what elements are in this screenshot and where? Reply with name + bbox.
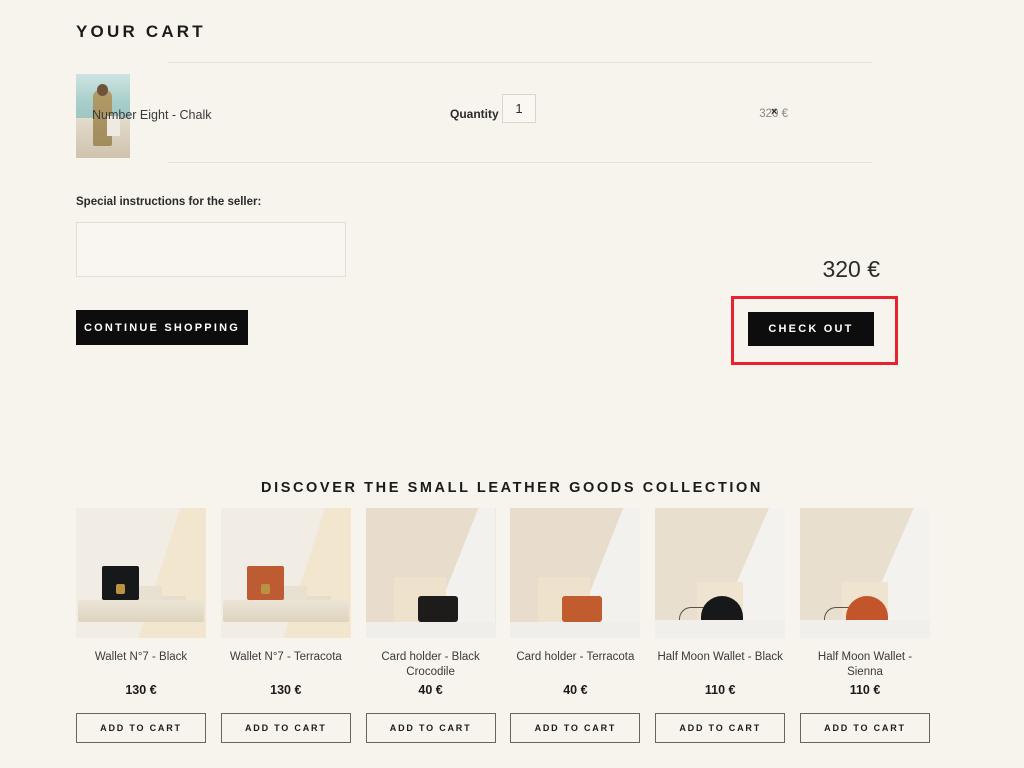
add-to-cart-button[interactable]: ADD TO CART xyxy=(655,713,786,743)
product-grid: Wallet N°7 - Black 130 € ADD TO CART Wal… xyxy=(76,508,930,743)
product-name: Card holder - Terracota xyxy=(516,651,635,663)
check-out-button[interactable]: CHECK OUT xyxy=(748,312,874,346)
product-name: Wallet N°7 - Black xyxy=(94,651,188,663)
product-price: 40 € xyxy=(563,683,588,697)
product-card: Wallet N°7 - Black 130 € ADD TO CART xyxy=(76,508,206,743)
product-image[interactable] xyxy=(510,508,641,638)
product-name: Half Moon Wallet - Black xyxy=(657,651,783,663)
special-instructions-label: Special instructions for the seller: xyxy=(76,196,262,208)
add-to-cart-button[interactable]: ADD TO CART xyxy=(799,713,930,743)
product-image[interactable] xyxy=(655,508,786,638)
add-to-cart-button[interactable]: ADD TO CART xyxy=(76,713,206,743)
product-card: Card holder - Terracota 40 € ADD TO CART xyxy=(510,508,641,743)
product-image[interactable] xyxy=(220,508,351,638)
product-card: Half Moon Wallet - Sienna 110 € ADD TO C… xyxy=(799,508,930,743)
product-price: 110 € xyxy=(704,683,736,697)
quantity-input[interactable] xyxy=(502,94,536,123)
add-to-cart-button[interactable]: ADD TO CART xyxy=(365,713,496,743)
product-card: Wallet N°7 - Terracota 130 € ADD TO CART xyxy=(220,508,351,743)
product-image[interactable] xyxy=(365,508,496,638)
remove-item-icon[interactable]: × xyxy=(771,106,777,118)
product-price: 130 € xyxy=(270,683,302,697)
product-name: Half Moon Wallet - Sienna xyxy=(817,651,913,678)
product-price: 40 € xyxy=(418,683,443,697)
continue-shopping-button[interactable]: CONTINUE SHOPPING xyxy=(76,310,248,345)
page-title: YOUR CART xyxy=(76,22,206,41)
product-name: Wallet N°7 - Terracota xyxy=(229,651,342,663)
cart-page: YOUR CART Number Eight - Chalk Quantity … xyxy=(0,0,1024,768)
product-name: Card holder - Black Crocodile xyxy=(381,651,480,678)
product-card: Card holder - Black Crocodile 40 € ADD T… xyxy=(365,508,496,743)
product-card: Half Moon Wallet - Black 110 € ADD TO CA… xyxy=(655,508,786,743)
cart-divider-bottom xyxy=(168,162,872,163)
special-instructions-input[interactable] xyxy=(76,222,346,277)
quantity-label: Quantity : xyxy=(450,107,506,121)
add-to-cart-button[interactable]: ADD TO CART xyxy=(510,713,641,743)
product-price: 110 € xyxy=(849,683,881,697)
product-price: 130 € xyxy=(125,683,157,697)
add-to-cart-button[interactable]: ADD TO CART xyxy=(220,713,351,743)
product-image[interactable] xyxy=(76,508,206,638)
thumbnail-model-head xyxy=(97,84,108,96)
cart-item-name[interactable]: Number Eight - Chalk xyxy=(92,108,212,122)
collection-heading: DISCOVER THE SMALL LEATHER GOODS COLLECT… xyxy=(261,480,763,496)
product-image[interactable] xyxy=(799,508,930,638)
cart-divider-top xyxy=(168,62,872,63)
cart-total: 320 € xyxy=(822,256,880,282)
